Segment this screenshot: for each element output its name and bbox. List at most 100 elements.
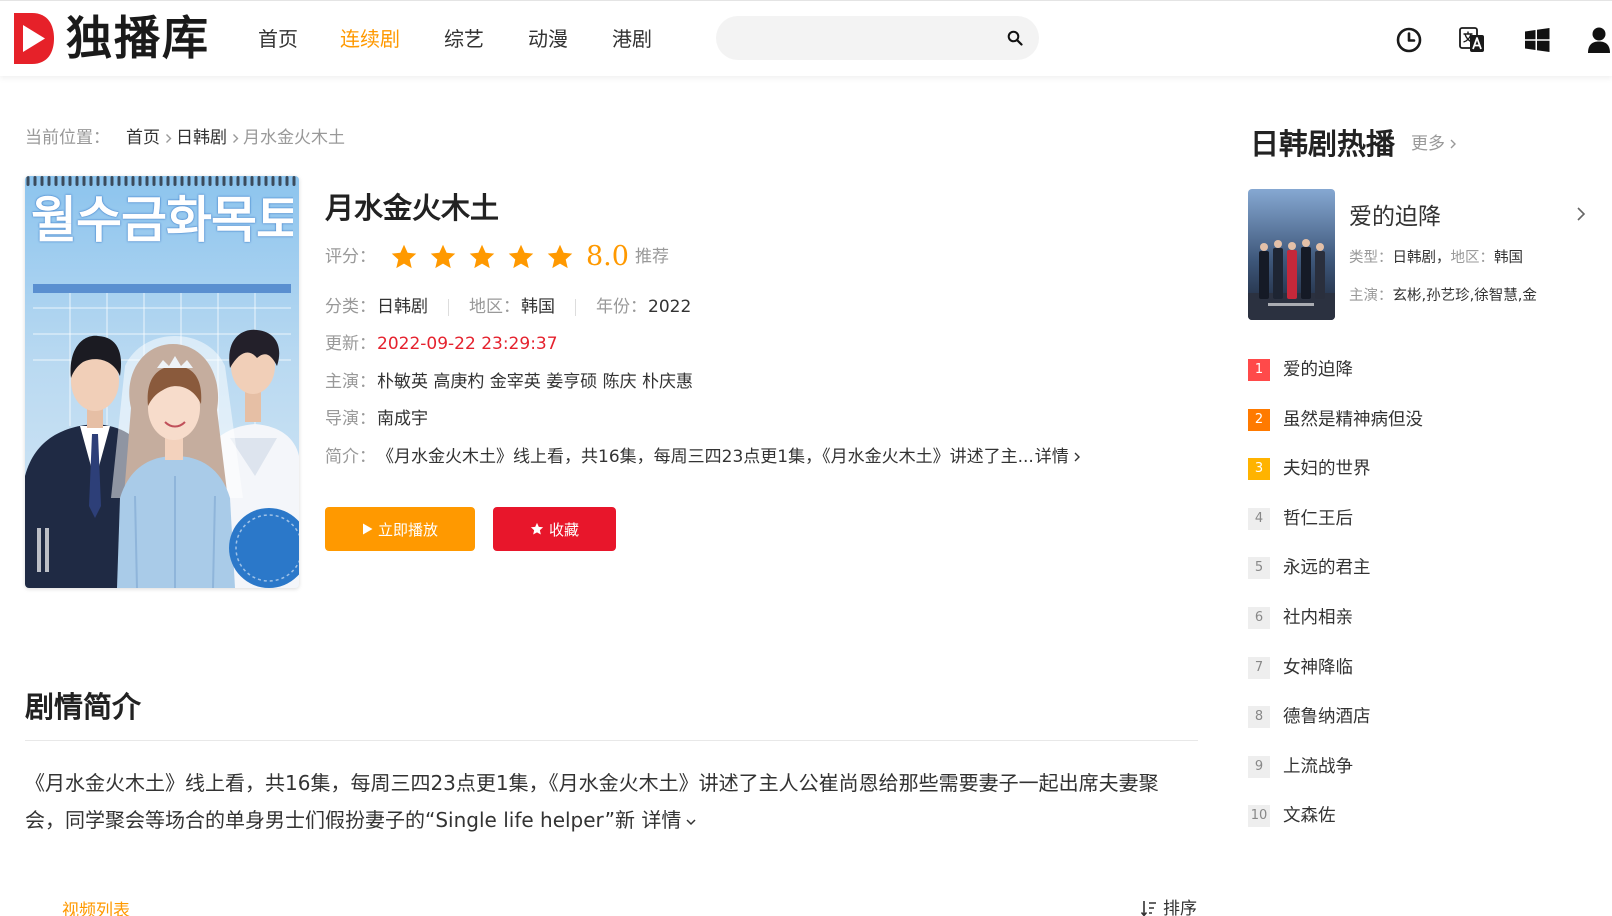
rank-badge: 8: [1248, 706, 1270, 729]
rank-badge: 3: [1248, 458, 1270, 481]
updated-row: 更新： 2022-09-22 23:29:37: [325, 332, 558, 356]
play-icon: [362, 523, 373, 535]
chevron-right-icon: [1450, 139, 1456, 149]
ranking-item[interactable]: 10 文森佐: [1248, 803, 1588, 853]
featured-type-line: 类型：日韩剧，地区：韩国: [1349, 248, 1584, 268]
chevron-down-icon[interactable]: [685, 817, 697, 827]
poster-title-art: 월수금화목토: [31, 191, 293, 249]
rank-title: 永远的君主: [1283, 558, 1371, 579]
updated-value: 2022-09-22 23:29:37: [377, 334, 558, 354]
rank-title: 社内相亲: [1283, 607, 1353, 628]
breadcrumb-home[interactable]: 首页: [126, 127, 160, 149]
sort-icon: [1141, 901, 1156, 916]
intro-row: 简介： 《月水金火木土》线上看，共16集，每周三四23点更1集，《月水金火木土》…: [325, 445, 1082, 469]
ranking-item[interactable]: 4 哲仁王后: [1248, 506, 1588, 556]
year-value[interactable]: 2022: [648, 295, 691, 319]
top-header: 独播库 首页 连续剧 综艺 动漫 港剧: [0, 0, 1612, 76]
rank-badge: 9: [1248, 755, 1270, 778]
search-input[interactable]: [736, 16, 996, 60]
region-value[interactable]: 韩国: [521, 295, 555, 319]
divider: [575, 298, 576, 316]
ranking-item[interactable]: 1 爱的迫降: [1248, 357, 1588, 407]
rank-badge: 6: [1248, 606, 1270, 629]
user-icon[interactable]: [1587, 26, 1611, 54]
nav-variety[interactable]: 综艺: [444, 27, 484, 51]
rating-row: 评分： 8.0 推荐: [325, 242, 669, 272]
logo-play-icon[interactable]: [12, 11, 56, 66]
nav-series[interactable]: 连续剧: [340, 27, 400, 51]
star-filled-icon: [507, 243, 535, 271]
rating-score: 8.0: [586, 241, 629, 272]
ranking-item[interactable]: 5 永远的君主: [1248, 555, 1588, 605]
ranking-item[interactable]: 8 德鲁纳酒店: [1248, 704, 1588, 754]
chevron-right-icon[interactable]: [1575, 205, 1587, 223]
cast-value: 朴敏英 高庚杓 金宰英 姜亨硕 陈庆 朴庆惠: [377, 372, 694, 392]
rank-title: 爱的迫降: [1283, 360, 1353, 380]
intro-text: 《月水金火木土》线上看，共16集，每周三四23点更1集，《月水金火木土》讲述了主…: [377, 447, 1034, 467]
sidebar-more-link[interactable]: 更多: [1411, 133, 1458, 155]
featured-separator: ，: [1436, 250, 1451, 266]
star-filled-icon: [468, 243, 496, 271]
meta-row: 分类： 日韩剧 地区： 韩国 年份： 2022: [325, 295, 691, 319]
year-label: 年份：: [596, 297, 647, 317]
ranking-item[interactable]: 6 社内相亲: [1248, 605, 1588, 655]
rank-title: 文森佐: [1283, 806, 1336, 827]
director-value: 南成宇: [377, 409, 428, 429]
search-box: [716, 16, 1039, 60]
windows-icon[interactable]: [1523, 26, 1551, 54]
divider: [448, 298, 449, 316]
rating-stars: [390, 243, 574, 271]
ranking-list: 1 爱的迫降 2 虽然是精神病但没 3 夫妇的世界 4 哲仁王后 5 永远的君主 6 社内相…: [1248, 357, 1588, 853]
rating-recommend: 推荐: [634, 247, 669, 267]
featured-thumbnail[interactable]: [1248, 189, 1335, 320]
featured-title[interactable]: 爱的迫降: [1349, 202, 1441, 232]
updated-label: 更新：: [325, 334, 376, 354]
synopsis-heading: 剧情简介: [25, 690, 142, 724]
nav-anime[interactable]: 动漫: [528, 27, 568, 51]
director-label: 导演：: [325, 409, 376, 429]
search-icon[interactable]: [1005, 28, 1025, 48]
favorite-button[interactable]: 收藏: [493, 507, 616, 551]
translate-icon[interactable]: [1458, 26, 1486, 54]
rank-title: 德鲁纳酒店: [1283, 707, 1371, 728]
category-label: 分类：: [325, 297, 376, 317]
category-value[interactable]: 日韩剧: [377, 295, 428, 319]
synopsis-body: 《月水金火木土》线上看，共16集，每周三四23点更1集，《月水金火木土》讲述了主…: [25, 771, 1159, 832]
cast-row: 主演： 朴敏英 高庚杓 金宰英 姜亨硕 陈庆 朴庆惠: [325, 370, 693, 394]
rank-title: 女神降临: [1283, 657, 1353, 678]
favorite-label: 收藏: [548, 520, 579, 539]
nav-home[interactable]: 首页: [258, 27, 298, 51]
nav-hk-drama[interactable]: 港剧: [612, 27, 652, 51]
intro-more-label: 详情: [1034, 447, 1069, 467]
ranking-item[interactable]: 2 虽然是精神病但没: [1248, 407, 1588, 457]
tab-video-list[interactable]: 视频列表: [62, 900, 130, 916]
sort-button[interactable]: 排序: [1141, 898, 1197, 916]
director-row: 导演： 南成宇: [325, 407, 428, 431]
ranking-item[interactable]: 3 夫妇的世界: [1248, 456, 1588, 506]
ranking-item[interactable]: 9 上流战争: [1248, 754, 1588, 804]
clock-icon[interactable]: [1395, 26, 1423, 54]
synopsis-text: 《月水金火木土》线上看，共16集，每周三四23点更1集，《月水金火木土》讲述了主…: [25, 765, 1185, 839]
sidebar-title: 日韩剧热播: [1250, 127, 1396, 161]
breadcrumb-category[interactable]: 日韩剧: [176, 127, 227, 149]
synopsis-more-link[interactable]: 详情: [641, 808, 681, 832]
sidebar-more-label: 更多: [1411, 134, 1445, 154]
featured-thumbnail-art: [1248, 189, 1335, 320]
play-now-button[interactable]: 立即播放: [325, 507, 475, 551]
featured-cast-value: 玄彬,孙艺珍,徐智慧,金: [1392, 288, 1537, 304]
rank-badge: 2: [1248, 408, 1270, 431]
chevron-right-icon: [230, 132, 240, 144]
intro-more-link[interactable]: 详情: [1035, 445, 1082, 469]
rank-title: 上流战争: [1283, 756, 1353, 777]
ranking-item[interactable]: 7 女神降临: [1248, 655, 1588, 705]
section-divider: [25, 740, 1198, 741]
show-poster[interactable]: 월수금화목토: [25, 176, 299, 588]
region-label: 地区：: [469, 297, 520, 317]
rank-badge: 7: [1248, 656, 1270, 679]
star-filled-icon: [429, 243, 457, 271]
rank-badge: 4: [1248, 507, 1270, 530]
rank-badge: 1: [1248, 359, 1270, 381]
logo-play-icon-svg: [14, 13, 54, 64]
breadcrumb: 当前位置： 首页 日韩剧 月水金火木土: [25, 127, 345, 149]
site-logo-text[interactable]: 独播库: [66, 8, 210, 68]
